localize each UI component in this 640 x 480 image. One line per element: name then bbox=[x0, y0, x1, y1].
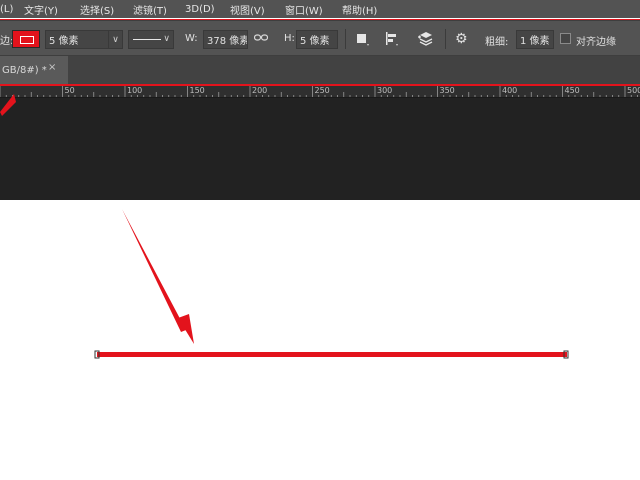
thickness-label: 粗细: bbox=[485, 37, 509, 48]
align-edges-checkbox[interactable] bbox=[560, 33, 571, 44]
document-tab-title: GB/8#) * bbox=[2, 64, 47, 76]
ruler-tick-label: 100 bbox=[127, 86, 143, 95]
menu-item-layer[interactable]: (L) bbox=[0, 4, 13, 15]
menu-item-3d[interactable]: 3D(D) bbox=[185, 4, 215, 15]
menu-bar: (L) 文字(Y) 选择(S) 滤镜(T) 3D(D) 视图(V) 窗口(W) … bbox=[0, 0, 640, 18]
pasteboard-area bbox=[0, 98, 640, 200]
ruler-tick-label: 450 bbox=[564, 86, 580, 95]
thickness-value: 1 像素 bbox=[520, 36, 550, 47]
ruler-tick-label: 50 bbox=[64, 86, 75, 95]
horizontal-ruler[interactable]: 50 100 150 200 250 300 350 400 450 500 bbox=[0, 86, 640, 98]
ruler-tick-label: 350 bbox=[439, 86, 455, 95]
menu-item-help[interactable]: 帮助(H) bbox=[342, 2, 377, 17]
document-canvas[interactable] bbox=[0, 200, 640, 480]
link-icon[interactable] bbox=[254, 33, 268, 43]
solid-line-icon bbox=[133, 39, 161, 40]
ruler-tick-label: 400 bbox=[502, 86, 518, 95]
gear-icon[interactable]: ⚙ bbox=[455, 30, 473, 48]
ruler-tick-label: 200 bbox=[252, 86, 268, 95]
path-alignment-icon[interactable] bbox=[384, 31, 400, 47]
thickness-input[interactable]: 1 像素 bbox=[516, 30, 554, 49]
chevron-down-icon: ∨ bbox=[163, 34, 170, 44]
menu-item-type[interactable]: 文字(Y) bbox=[24, 2, 58, 17]
ruler-tick-label: 250 bbox=[314, 86, 330, 95]
path-operations-icon[interactable] bbox=[355, 31, 371, 47]
menu-item-select[interactable]: 选择(S) bbox=[80, 2, 114, 17]
document-tab[interactable]: GB/8#) * × bbox=[0, 56, 68, 84]
stroke-color-swatch[interactable] bbox=[12, 30, 40, 48]
options-bar: 边: 5 像素 ∨ ∨ W: 378 像素 H: 5 像素 ⚙ 粗细: 1 像素… bbox=[0, 20, 640, 56]
menu-item-view[interactable]: 视图(V) bbox=[230, 2, 265, 17]
height-label: H: bbox=[284, 33, 295, 44]
close-icon[interactable]: × bbox=[48, 62, 56, 73]
height-input[interactable]: 5 像素 bbox=[296, 30, 338, 49]
height-value: 5 像素 bbox=[300, 36, 330, 47]
chevron-down-icon[interactable]: ∨ bbox=[108, 31, 122, 48]
ruler-tick-label: 150 bbox=[189, 86, 205, 95]
path-arrangement-icon[interactable] bbox=[417, 30, 435, 48]
align-edges-label: 对齐边缘 bbox=[576, 37, 616, 48]
document-tab-bar: GB/8#) * × bbox=[0, 56, 640, 84]
width-input[interactable]: 378 像素 bbox=[203, 30, 248, 49]
divider bbox=[445, 29, 446, 49]
stroke-width-value: 5 像素 bbox=[49, 36, 79, 47]
menu-item-window[interactable]: 窗口(W) bbox=[285, 2, 323, 17]
width-value: 378 像素 bbox=[207, 36, 248, 47]
ruler-tick-label: 300 bbox=[377, 86, 393, 95]
stroke-width-field[interactable]: 5 像素 ∨ bbox=[45, 30, 123, 49]
menu-item-filter[interactable]: 滤镜(T) bbox=[133, 2, 167, 17]
width-label: W: bbox=[185, 33, 198, 44]
stroke-type-dropdown[interactable]: ∨ bbox=[128, 30, 174, 49]
divider bbox=[345, 29, 346, 49]
ruler-tick-label: 500 bbox=[627, 86, 640, 95]
